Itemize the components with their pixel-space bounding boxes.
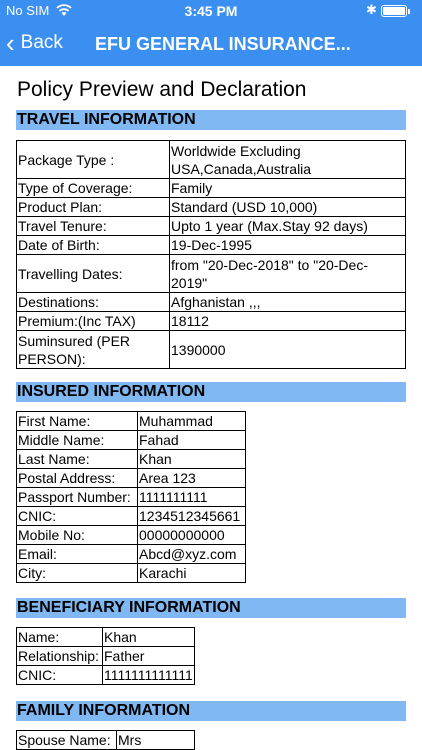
row-label: Name: bbox=[16, 627, 103, 647]
insured-section-header: INSURED INFORMATION bbox=[16, 382, 406, 402]
bluetooth-icon: ✱ bbox=[366, 2, 377, 17]
insured-info-table: First Name: Muhammad Middle Name: Fahad La… bbox=[16, 411, 246, 583]
nav-title: EFU GENERAL INSURANCE... bbox=[95, 34, 351, 54]
table-row: CNIC: 1234512345661 bbox=[16, 506, 246, 526]
row-value: Upto 1 year (Max.Stay 92 days) bbox=[169, 216, 406, 236]
row-label: Mobile No: bbox=[16, 525, 138, 545]
row-label: Premium:(Inc TAX) bbox=[16, 311, 170, 331]
row-value: 1111111111 bbox=[137, 487, 246, 507]
travel-info-table: Package Type : Worldwide Excluding USA,C… bbox=[16, 140, 406, 369]
battery-icon bbox=[381, 5, 407, 17]
row-label: Package Type : bbox=[16, 140, 170, 179]
row-value: from "20-Dec-2018" to "20-Dec-2019" bbox=[169, 254, 406, 293]
row-value: Abcd@xyz.com bbox=[137, 544, 246, 564]
row-value: 19-Dec-1995 bbox=[169, 235, 406, 255]
row-label: First Name: bbox=[16, 411, 138, 431]
family-section-header: FAMILY INFORMATION bbox=[16, 701, 406, 721]
table-row: Mobile No: 00000000000 bbox=[16, 525, 246, 545]
row-label: Relationship: bbox=[16, 646, 103, 666]
row-label: City: bbox=[16, 563, 138, 583]
table-row: Travelling Dates: from "20-Dec-2018" to … bbox=[16, 254, 406, 293]
chevron-left-icon: ‹ bbox=[6, 28, 15, 58]
row-value: Afghanistan ,,, bbox=[169, 292, 406, 312]
row-label: Destinations: bbox=[16, 292, 170, 312]
table-row: Postal Address: Area 123 bbox=[16, 468, 246, 488]
travel-section-header: TRAVEL INFORMATION bbox=[16, 110, 406, 130]
table-row: First Name: Muhammad bbox=[16, 411, 246, 431]
row-value: Muhammad bbox=[137, 411, 246, 431]
row-value: Standard (USD 10,000) bbox=[169, 197, 406, 217]
row-label: Passport Number: bbox=[16, 487, 138, 507]
row-label: Type of Coverage: bbox=[16, 178, 170, 198]
row-value: 1390000 bbox=[169, 330, 406, 369]
table-row: Last Name: Khan bbox=[16, 449, 246, 469]
row-label: CNIC: bbox=[16, 665, 103, 685]
table-row: CNIC: 1111111111111 bbox=[16, 665, 195, 685]
family-info-table: Spouse Name: Mrs bbox=[16, 730, 195, 750]
table-row: Middle Name: Fahad bbox=[16, 430, 246, 450]
back-button[interactable]: ‹ Back bbox=[6, 30, 63, 56]
row-value: Father bbox=[102, 646, 195, 666]
row-value: 1111111111111 bbox=[102, 665, 195, 685]
row-value: Fahad bbox=[137, 430, 246, 450]
row-label: Postal Address: bbox=[16, 468, 138, 488]
status-bar: No SIM 3:45 PM ✱ bbox=[0, 0, 422, 22]
table-row: Date of Birth: 19-Dec-1995 bbox=[16, 235, 406, 255]
table-row: Product Plan: Standard (USD 10,000) bbox=[16, 197, 406, 217]
table-row: Passport Number: 1111111111 bbox=[16, 487, 246, 507]
row-label: Travelling Dates: bbox=[16, 254, 170, 293]
row-value: Mrs bbox=[116, 730, 195, 750]
row-label: CNIC: bbox=[16, 506, 138, 526]
row-label: Spouse Name: bbox=[16, 730, 117, 750]
row-value: Khan bbox=[102, 627, 195, 647]
row-value: Area 123 bbox=[137, 468, 246, 488]
row-label: Travel Tenure: bbox=[16, 216, 170, 236]
row-label: Last Name: bbox=[16, 449, 138, 469]
row-value: Worldwide Excluding USA,Canada,Australia bbox=[169, 140, 406, 179]
row-value: Khan bbox=[137, 449, 246, 469]
table-row: Premium:(Inc TAX) 18112 bbox=[16, 311, 406, 331]
row-value: 18112 bbox=[169, 311, 406, 331]
row-label: Email: bbox=[16, 544, 138, 564]
row-value: Karachi bbox=[137, 563, 246, 583]
table-row: Travel Tenure: Upto 1 year (Max.Stay 92 … bbox=[16, 216, 406, 236]
table-row: Name: Khan bbox=[16, 627, 195, 647]
row-label: Suminsured (PER PERSON): bbox=[16, 330, 170, 369]
table-row: Email: Abcd@xyz.com bbox=[16, 544, 246, 564]
table-row: Destinations: Afghanistan ,,, bbox=[16, 292, 406, 312]
clock: 3:45 PM bbox=[184, 3, 238, 19]
table-row: City: Karachi bbox=[16, 563, 246, 583]
beneficiary-section-header: BENEFICIARY INFORMATION bbox=[16, 598, 406, 618]
row-value: 00000000000 bbox=[137, 525, 246, 545]
row-value: Family bbox=[169, 178, 406, 198]
back-label: Back bbox=[20, 32, 63, 53]
table-row: Package Type : Worldwide Excluding USA,C… bbox=[16, 140, 406, 179]
battery-tip bbox=[408, 9, 410, 14]
table-row: Type of Coverage: Family bbox=[16, 178, 406, 198]
row-label: Date of Birth: bbox=[16, 235, 170, 255]
table-row: Spouse Name: Mrs bbox=[16, 730, 195, 750]
table-row: Relationship: Father bbox=[16, 646, 195, 666]
row-label: Middle Name: bbox=[16, 430, 138, 450]
row-value: 1234512345661 bbox=[137, 506, 246, 526]
navigation-bar: ‹ Back EFU GENERAL INSURANCE... bbox=[0, 22, 422, 66]
page-title: Policy Preview and Declaration bbox=[17, 78, 307, 101]
beneficiary-info-table: Name: Khan Relationship: Father CNIC: 11111… bbox=[16, 627, 195, 685]
row-label: Product Plan: bbox=[16, 197, 170, 217]
table-row: Suminsured (PER PERSON): 1390000 bbox=[16, 330, 406, 369]
